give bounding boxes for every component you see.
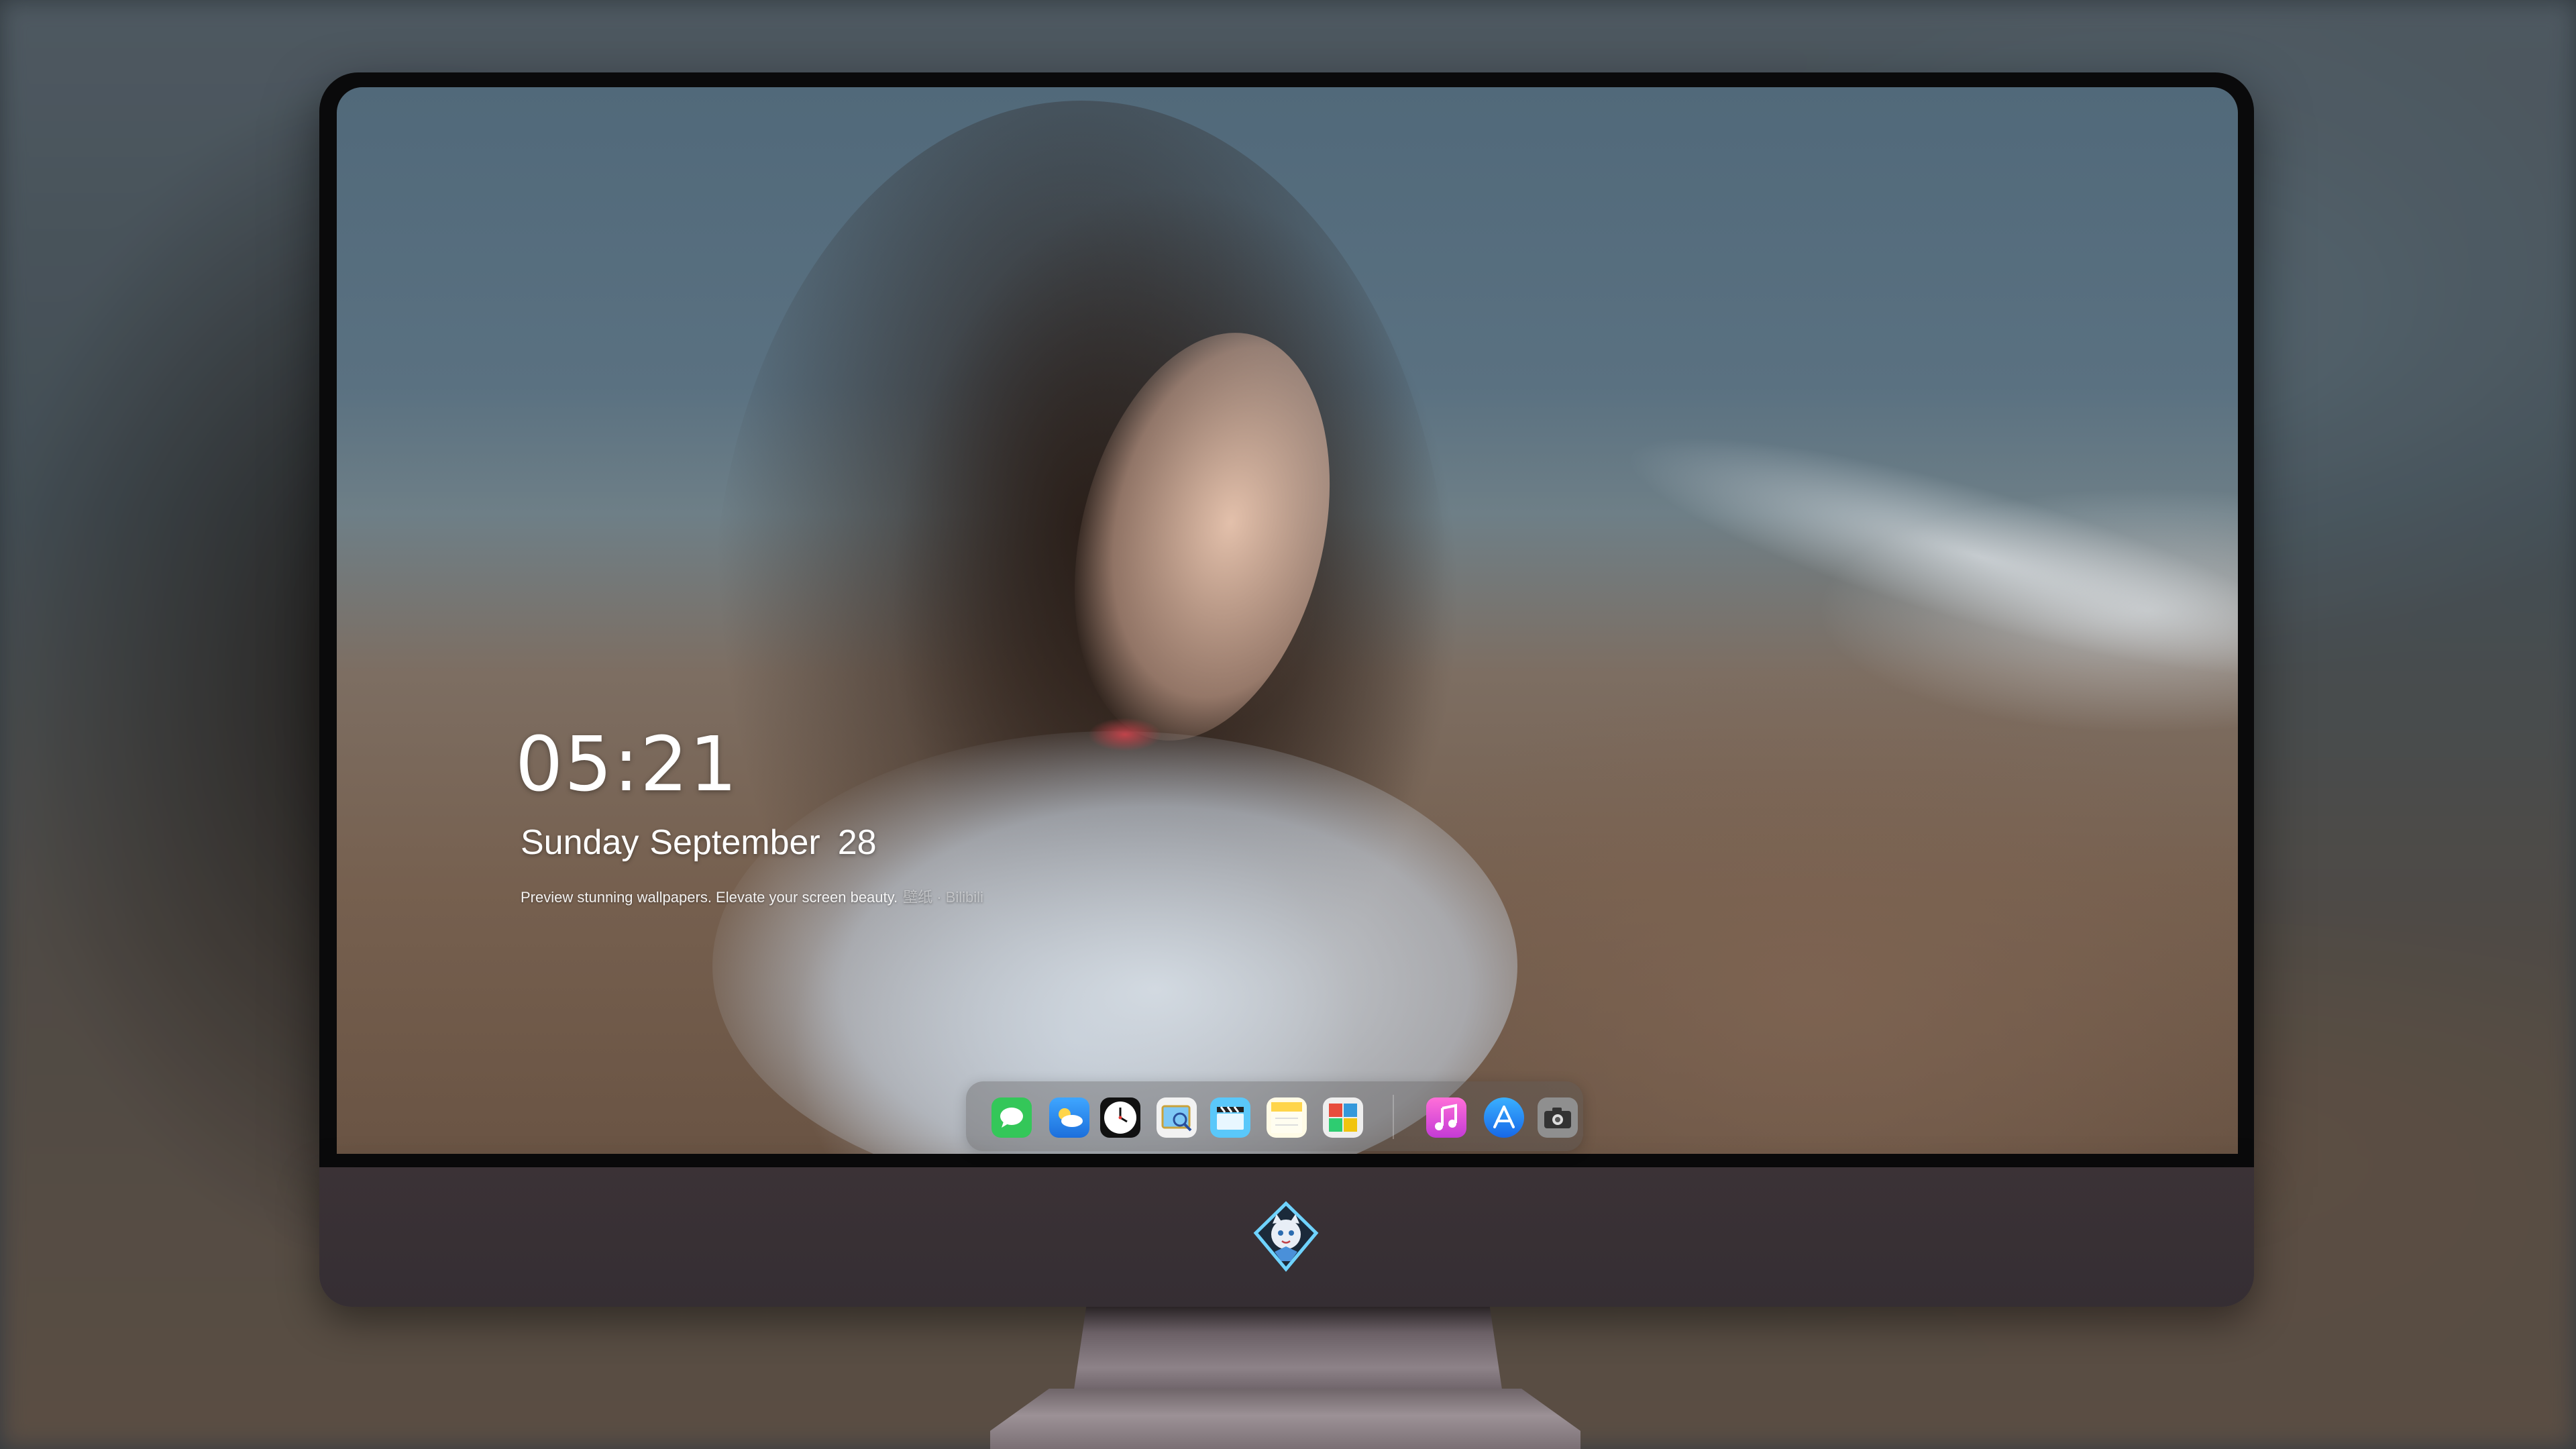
camera-icon <box>1544 1108 1571 1128</box>
caption-faded: 壁纸 · Bilibili <box>903 889 983 906</box>
weather-icon <box>1059 1108 1083 1127</box>
app-store-app-button[interactable] <box>1484 1097 1524 1138</box>
wallpaper-lips <box>1088 718 1162 751</box>
wallpaper-wave <box>1607 390 2238 723</box>
date-day: 28 <box>837 823 877 862</box>
music-app-button[interactable] <box>1426 1097 1466 1138</box>
monitor-screen <box>337 87 2238 1154</box>
caption-text: Preview stunning wallpapers. Elevate you… <box>521 889 898 906</box>
photos-grid-icon <box>1329 1104 1357 1132</box>
message-icon <box>1000 1108 1023 1128</box>
messages-app-button[interactable] <box>991 1097 1032 1138</box>
app-store-icon <box>1493 1106 1515 1128</box>
preview-app-button[interactable] <box>1157 1097 1197 1138</box>
wallpaper-caption: Preview stunning wallpapers. Elevate you… <box>521 885 983 907</box>
weather-app-button[interactable] <box>1049 1097 1089 1138</box>
monitor-stand-base <box>990 1389 1580 1449</box>
photo-booth-app-button[interactable] <box>1323 1097 1363 1138</box>
music-icon <box>1435 1104 1457 1130</box>
mascot-logo-icon <box>1253 1201 1319 1272</box>
dock <box>966 1081 1583 1151</box>
monitor-stand-neck <box>1073 1307 1503 1394</box>
dock-separator <box>1393 1095 1394 1139</box>
clock-icon <box>1104 1102 1136 1134</box>
lockscreen-date: Sunday September 28 <box>521 822 888 863</box>
lockscreen-clock: 05:21 <box>515 721 739 808</box>
clock-app-button[interactable] <box>1100 1097 1140 1138</box>
clapper-icon <box>1217 1106 1244 1130</box>
notes-app-button[interactable] <box>1267 1097 1307 1138</box>
clips-app-button[interactable] <box>1210 1097 1250 1138</box>
wallpaper-image <box>337 87 2238 1154</box>
date-month: September <box>649 823 820 862</box>
notes-icon <box>1271 1102 1302 1133</box>
date-weekday: Sunday <box>521 823 639 862</box>
camera-app-button[interactable] <box>1538 1097 1578 1138</box>
preview-icon <box>1161 1105 1192 1132</box>
